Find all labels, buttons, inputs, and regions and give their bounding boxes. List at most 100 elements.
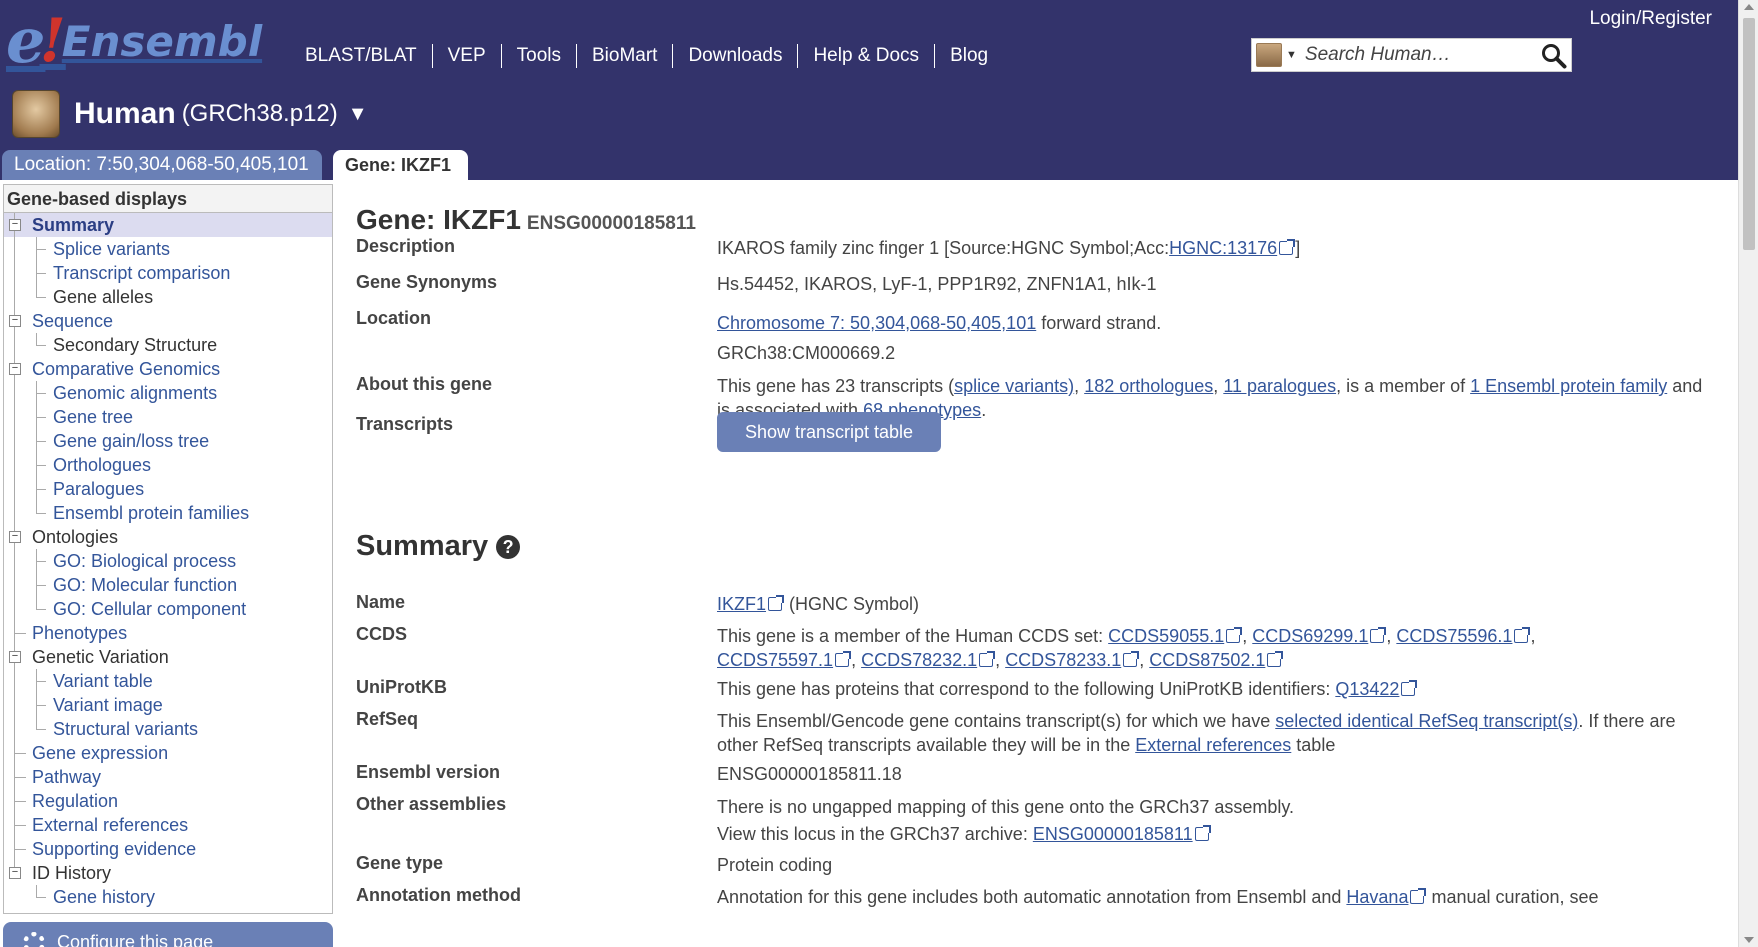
- tree-line: [36, 885, 37, 897]
- sidebar-item-comparative-genomics[interactable]: − Comparative Genomics: [4, 357, 332, 381]
- configure-page-button[interactable]: Configure this page: [3, 922, 333, 947]
- ccds-link[interactable]: CCDS75596.1: [1396, 626, 1512, 646]
- external-link-icon: [835, 651, 852, 667]
- show-transcript-table-button[interactable]: Show transcript table: [717, 412, 941, 452]
- nav-help-docs[interactable]: Help & Docs: [798, 45, 934, 67]
- gene-stable-id: ENSG00000185811: [526, 213, 696, 234]
- ccds-link[interactable]: CCDS87502.1: [1149, 650, 1265, 670]
- collapse-toggle-icon[interactable]: −: [9, 531, 21, 543]
- scroll-down-icon[interactable]: [1744, 937, 1754, 943]
- havana-link[interactable]: Havana: [1346, 887, 1408, 907]
- about-text: ,: [1213, 376, 1224, 396]
- description-text: IKAROS family zinc finger 1 [Source:HGNC…: [717, 238, 1170, 258]
- sidebar-item-go-biological-process[interactable]: GO: Biological process: [4, 549, 332, 573]
- scrollbar-thumb[interactable]: [1743, 18, 1755, 250]
- ccds-link[interactable]: CCDS78232.1: [861, 650, 977, 670]
- sidebar-item-orthologues[interactable]: Orthologues: [4, 453, 332, 477]
- refseq-transcripts-link[interactable]: selected identical RefSeq transcript(s): [1275, 711, 1578, 731]
- uniprot-label: UniProtKB: [356, 677, 447, 697]
- location-value: Chromosome 7: 50,304,068-50,405,101 forw…: [717, 308, 1717, 368]
- sidebar-item-variant-table[interactable]: Variant table: [4, 669, 332, 693]
- sidebar-item-regulation[interactable]: Regulation: [4, 789, 332, 813]
- sidebar-item-sequence[interactable]: − Sequence: [4, 309, 332, 333]
- sidebar-item-ensembl-protein-families[interactable]: Ensembl protein families: [4, 501, 332, 525]
- chromosome-location-link[interactable]: Chromosome 7: 50,304,068-50,405,101: [717, 313, 1036, 333]
- tree-line: [36, 333, 37, 345]
- tab-location[interactable]: Location: 7:50,304,068-50,405,101: [2, 150, 322, 180]
- sidebar-item-external-references[interactable]: External references: [4, 813, 332, 837]
- search-icon[interactable]: [1541, 43, 1567, 69]
- sidebar-item-summary[interactable]: − Summary: [4, 213, 332, 237]
- orthologues-link[interactable]: 182 orthologues: [1084, 376, 1213, 396]
- sidebar-item-genomic-alignments[interactable]: Genomic alignments: [4, 381, 332, 405]
- ccds-link[interactable]: CCDS69299.1: [1252, 626, 1368, 646]
- nav-downloads[interactable]: Downloads: [673, 45, 797, 67]
- sidebar-item-paralogues[interactable]: Paralogues: [4, 477, 332, 501]
- search-input[interactable]: [1304, 44, 1540, 66]
- help-icon[interactable]: ?: [496, 534, 521, 559]
- ccds-link[interactable]: CCDS59055.1: [1108, 626, 1224, 646]
- tree-line: [14, 669, 15, 693]
- search-species-dropdown-icon[interactable]: ▼: [1286, 49, 1297, 61]
- external-link-icon: [979, 651, 996, 667]
- collapse-toggle-icon[interactable]: −: [9, 363, 21, 375]
- sidebar-item-gene-tree[interactable]: Gene tree: [4, 405, 332, 429]
- tree-line: [14, 717, 15, 741]
- sidebar-item-gene-history[interactable]: Gene history: [4, 885, 332, 909]
- paralogues-link[interactable]: 11 paralogues: [1223, 376, 1336, 396]
- tree-line: [36, 585, 46, 586]
- uniprot-link[interactable]: Q13422: [1335, 679, 1399, 699]
- sidebar-item-label: Genomic alignments: [53, 383, 218, 403]
- nav-tools[interactable]: Tools: [502, 45, 576, 67]
- sidebar-item-splice-variants[interactable]: Splice variants: [4, 237, 332, 261]
- hgnc-link[interactable]: HGNC:13176: [1169, 238, 1277, 258]
- sidebar-item-gene-expression[interactable]: Gene expression: [4, 741, 332, 765]
- collapse-toggle-icon[interactable]: −: [9, 219, 21, 231]
- scroll-up-icon[interactable]: [1744, 4, 1754, 10]
- sidebar-item-go-cellular-component[interactable]: GO: Cellular component: [4, 597, 332, 621]
- sidebar-item-phenotypes[interactable]: Phenotypes: [4, 621, 332, 645]
- species-selector[interactable]: Human (GRCh38.p12) ▼: [12, 90, 368, 138]
- nav-blast[interactable]: BLAST/BLAT: [290, 45, 432, 67]
- sidebar-item-gene-gain-loss-tree[interactable]: Gene gain/loss tree: [4, 429, 332, 453]
- sidebar-nav-list: − Summary Splice variants Transcript compar…: [4, 213, 332, 909]
- logo-text: Ensembl: [61, 16, 263, 66]
- sidebar-item-structural-variants[interactable]: Structural variants: [4, 717, 332, 741]
- tree-line: [36, 345, 46, 346]
- ikzf1-hgnc-link[interactable]: IKZF1: [717, 594, 766, 614]
- sidebar-item-pathway[interactable]: Pathway: [4, 765, 332, 789]
- sidebar-item-supporting-evidence[interactable]: Supporting evidence: [4, 837, 332, 861]
- uniprot-text: This gene has proteins that correspond t…: [717, 679, 1336, 699]
- collapse-toggle-icon[interactable]: −: [9, 867, 21, 879]
- page-scrollbar[interactable]: [1738, 0, 1758, 947]
- sidebar-item-transcript-comparison[interactable]: Transcript comparison: [4, 261, 332, 285]
- refseq-text: This Ensembl/Gencode gene contains trans…: [717, 711, 1276, 731]
- ensembl-logo[interactable]: e ! Ensembl: [6, 6, 262, 76]
- ccds-link[interactable]: CCDS75597.1: [717, 650, 833, 670]
- chevron-down-icon[interactable]: ▼: [348, 103, 368, 126]
- sidebar-item-label: Variant image: [53, 695, 163, 715]
- nav-biomart[interactable]: BioMart: [577, 45, 672, 67]
- collapse-toggle-icon[interactable]: −: [9, 651, 21, 663]
- grch37-archive-link[interactable]: ENSG00000185811: [1033, 824, 1193, 844]
- nav-blog[interactable]: Blog: [935, 45, 1003, 67]
- tree-line: [14, 573, 15, 597]
- sidebar-item-variant-image[interactable]: Variant image: [4, 693, 332, 717]
- external-link-icon: [1401, 680, 1418, 696]
- tree-line: [14, 501, 15, 525]
- protein-family-link[interactable]: 1 Ensembl protein family: [1470, 376, 1667, 396]
- tree-line: [36, 489, 46, 490]
- annotation-text: manual curation, see: [1426, 887, 1599, 907]
- splice-variants-link[interactable]: splice variants): [954, 376, 1074, 396]
- nav-vep[interactable]: VEP: [433, 45, 501, 67]
- annotation-label: Annotation method: [356, 885, 521, 905]
- external-references-link[interactable]: External references: [1135, 735, 1291, 755]
- tree-line: [36, 417, 46, 418]
- login-register-link[interactable]: Login/Register: [1589, 8, 1712, 30]
- ccds-link[interactable]: CCDS78233.1: [1005, 650, 1121, 670]
- sidebar-item-go-molecular-function[interactable]: GO: Molecular function: [4, 573, 332, 597]
- tree-line: [36, 897, 46, 898]
- tab-gene[interactable]: Gene: IKZF1: [333, 150, 468, 180]
- search-species-icon[interactable]: [1256, 43, 1282, 67]
- collapse-toggle-icon[interactable]: −: [9, 315, 21, 327]
